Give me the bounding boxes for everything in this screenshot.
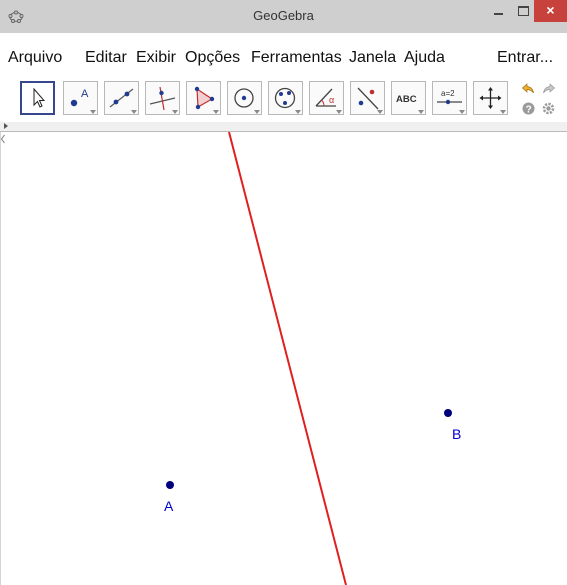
menu-janela[interactable]: Janela xyxy=(349,49,396,67)
graphics-view[interactable]: A B xyxy=(0,132,567,585)
tool-reflect[interactable] xyxy=(350,81,385,115)
tool-perpendicular[interactable] xyxy=(145,81,180,115)
tool-move-graphics[interactable] xyxy=(473,81,508,115)
tool-point[interactable]: A xyxy=(63,81,98,115)
tool-expand-indicator xyxy=(418,110,424,114)
tool-expand-indicator xyxy=(500,110,506,114)
point-b[interactable] xyxy=(444,409,452,417)
menu-editar[interactable]: Editar xyxy=(85,49,127,67)
point-a-label: A xyxy=(164,498,174,514)
geogebra-window: GeoGebra × Arquivo Editar Exibir Opções … xyxy=(0,0,567,585)
menu-arquivo[interactable]: Arquivo xyxy=(8,49,62,67)
menu-opcoes[interactable]: Opções xyxy=(185,49,240,67)
close-icon: × xyxy=(546,2,555,18)
point-b-label: B xyxy=(452,426,462,442)
tool-line[interactable] xyxy=(104,81,139,115)
tool-circle-three-points[interactable] xyxy=(268,81,303,115)
point-icon-label: A xyxy=(81,88,89,100)
svg-text:?: ? xyxy=(526,105,532,116)
minimize-button[interactable] xyxy=(485,0,511,22)
menu-ferramentas[interactable]: Ferramentas xyxy=(251,49,342,67)
toolbar-collapse-bar[interactable] xyxy=(0,122,567,132)
tool-polygon[interactable] xyxy=(186,81,221,115)
menu-exibir[interactable]: Exibir xyxy=(136,49,176,67)
tool-circle-center[interactable] xyxy=(227,81,262,115)
tool-move[interactable] xyxy=(20,81,55,115)
signin-link[interactable]: Entrar... xyxy=(497,49,553,67)
tool-text[interactable]: ABC xyxy=(391,81,426,115)
close-button[interactable]: × xyxy=(534,0,567,22)
red-line[interactable] xyxy=(228,132,347,585)
settings-icon[interactable] xyxy=(541,101,556,116)
toolbar: A α ABC a=2 ? xyxy=(0,73,567,122)
move-arrow-icon xyxy=(33,87,46,108)
side-panel-handle-icon[interactable] xyxy=(1,132,5,146)
expand-arrow-icon xyxy=(4,123,8,129)
tool-expand-indicator xyxy=(172,110,178,114)
redo-icon[interactable] xyxy=(541,81,556,96)
maximize-button[interactable] xyxy=(513,0,535,22)
slider-icon-label: a=2 xyxy=(441,89,455,98)
tool-slider[interactable]: a=2 xyxy=(432,81,467,115)
tool-expand-indicator xyxy=(295,110,301,114)
point-a[interactable] xyxy=(166,481,174,489)
menu-ajuda[interactable]: Ajuda xyxy=(404,49,445,67)
title-bar: GeoGebra × xyxy=(0,0,567,34)
window-title: GeoGebra xyxy=(253,8,314,23)
tool-expand-indicator xyxy=(377,110,383,114)
tool-expand-indicator xyxy=(90,110,96,114)
menu-bar: Arquivo Editar Exibir Opções Ferramentas… xyxy=(0,33,567,73)
tool-expand-indicator xyxy=(336,110,342,114)
tool-angle[interactable]: α xyxy=(309,81,344,115)
tool-expand-indicator xyxy=(213,110,219,114)
help-icon[interactable]: ? xyxy=(521,101,536,116)
text-icon-label: ABC xyxy=(396,94,417,105)
undo-icon[interactable] xyxy=(521,81,536,96)
graphics-canvas[interactable] xyxy=(1,132,567,585)
tool-expand-indicator xyxy=(254,110,260,114)
tool-expand-indicator xyxy=(131,110,137,114)
tool-expand-indicator xyxy=(459,110,465,114)
angle-icon-label: α xyxy=(329,95,334,105)
